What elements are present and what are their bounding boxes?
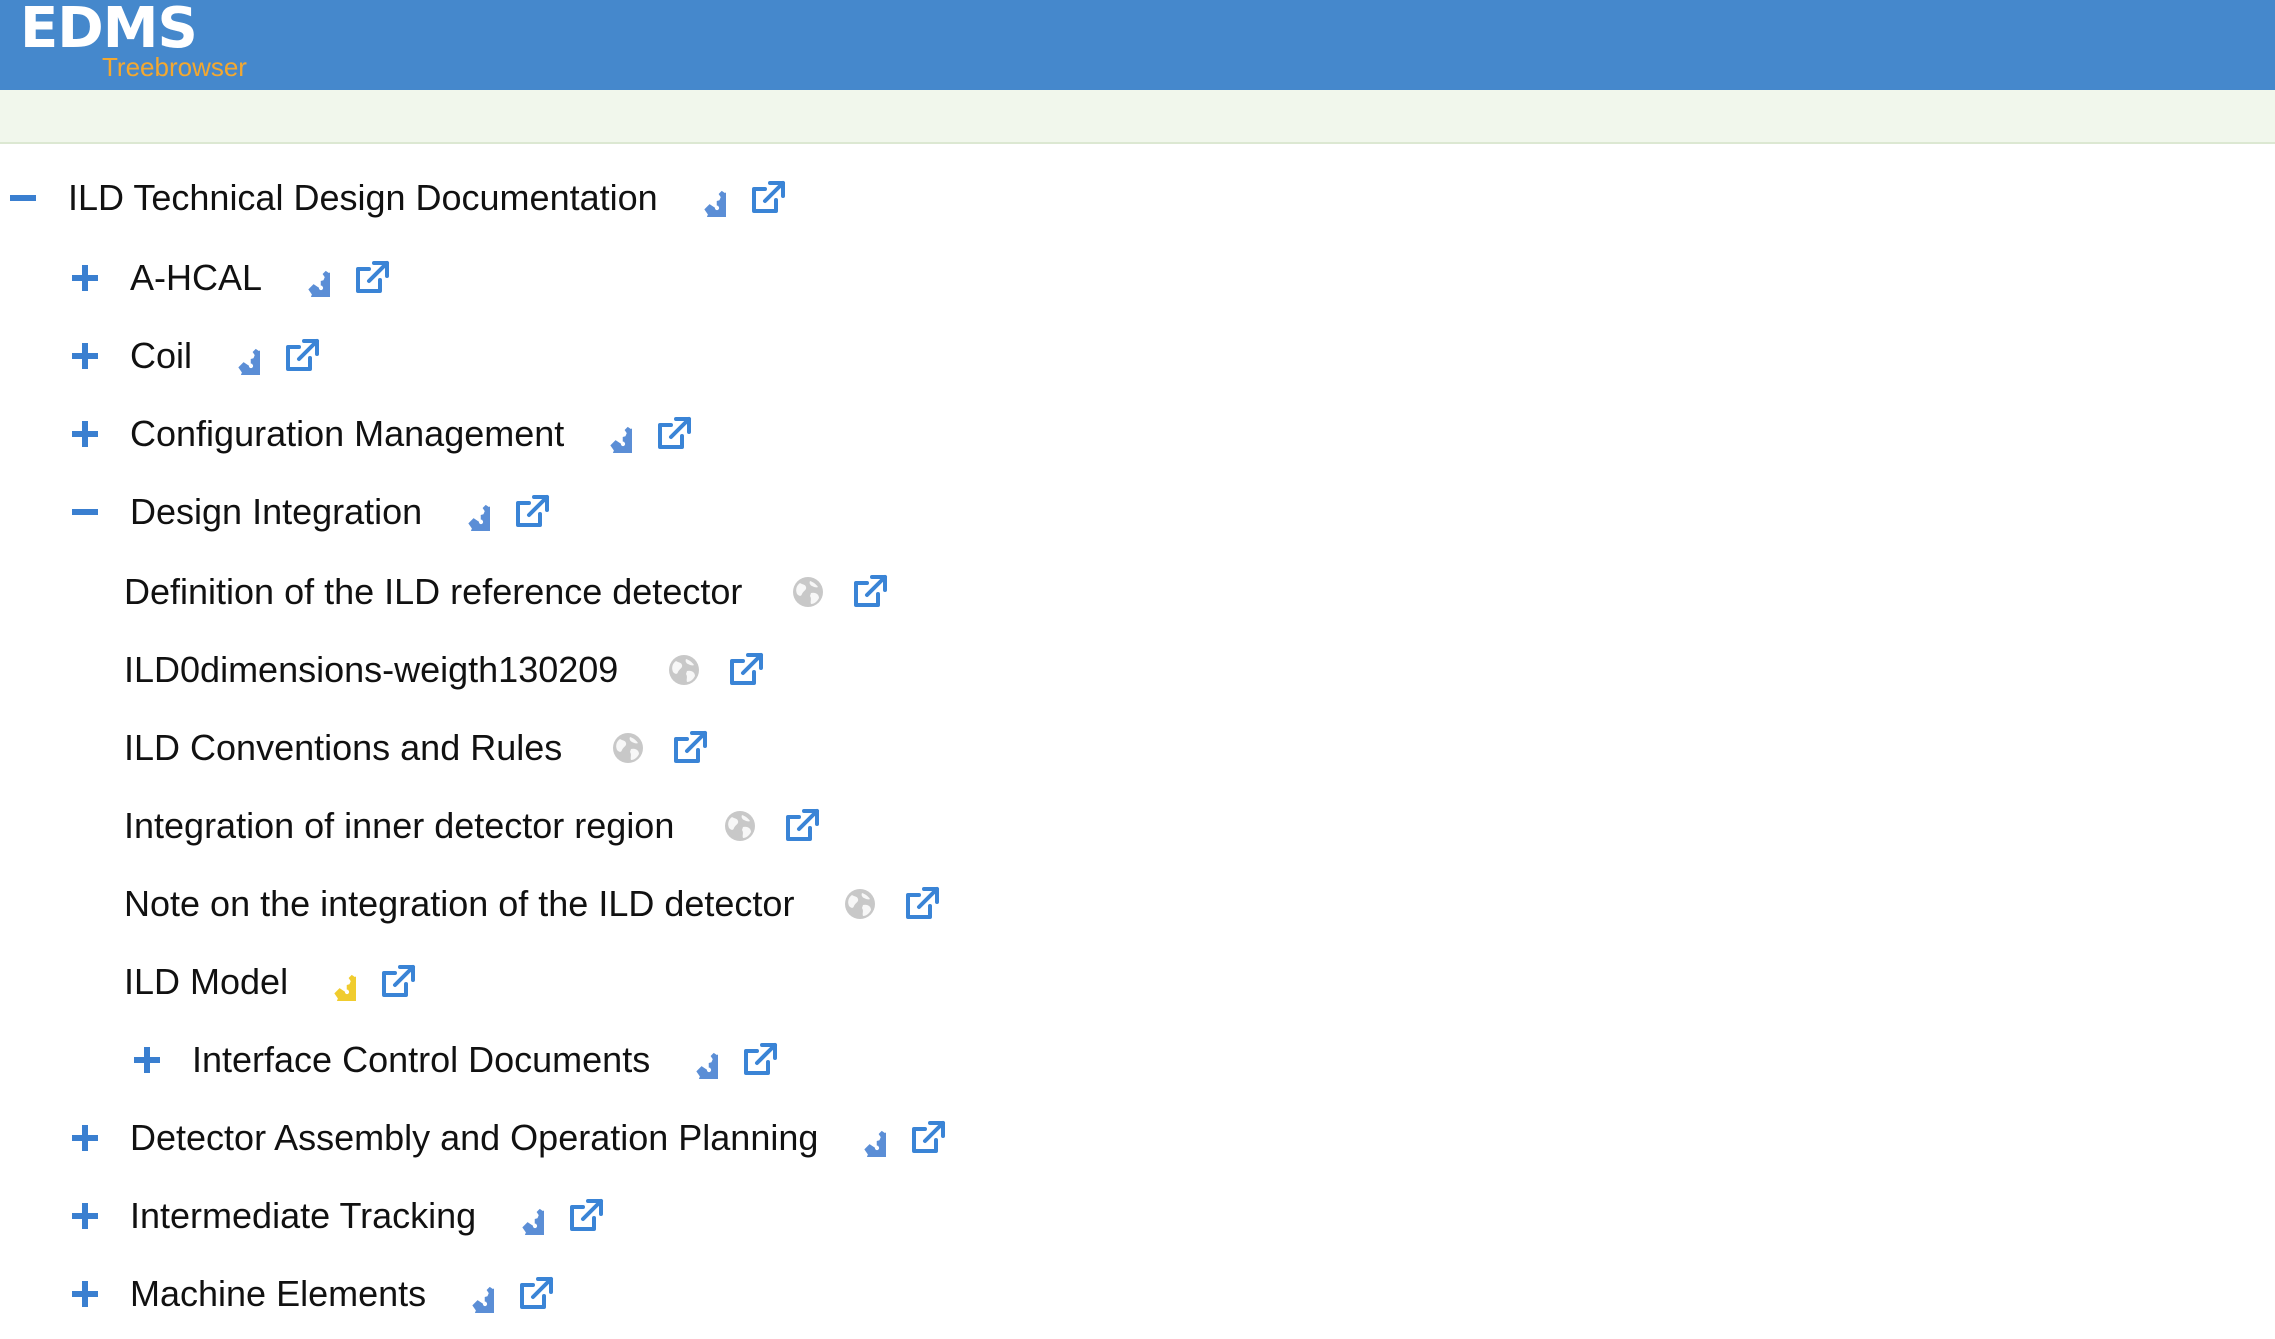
document-link[interactable]: ILD Conventions and Rules — [124, 726, 562, 770]
tree-node-label[interactable]: A-HCAL — [130, 256, 262, 300]
tree-node-label[interactable]: ILD Technical Design Documentation — [68, 176, 658, 220]
collapse-icon[interactable] — [6, 181, 40, 215]
external-link-icon[interactable] — [280, 334, 324, 378]
tree-node-label[interactable]: Design Integration — [130, 490, 422, 534]
external-link-icon[interactable] — [848, 570, 892, 614]
gears-yellow-icon[interactable] — [314, 960, 358, 1004]
tree-node-label[interactable]: Detector Assembly and Operation Planning — [130, 1116, 818, 1160]
globe-icon[interactable] — [838, 882, 882, 926]
expand-icon[interactable] — [68, 1121, 102, 1155]
external-link-icon[interactable] — [376, 960, 420, 1004]
external-link-icon[interactable] — [668, 726, 712, 770]
external-link-icon[interactable] — [514, 1272, 558, 1316]
gears-icon[interactable] — [676, 1038, 720, 1082]
tree-node-root[interactable]: ILD Technical Design Documentation — [6, 168, 790, 228]
tree-node-label[interactable]: Coil — [130, 334, 192, 378]
tree-node-intermediate-tracking[interactable]: Intermediate Tracking — [68, 1186, 608, 1246]
tree-node-interface-control-documents[interactable]: Interface Control Documents — [130, 1030, 782, 1090]
expand-icon[interactable] — [68, 339, 102, 373]
gears-icon[interactable] — [288, 256, 332, 300]
external-link-icon[interactable] — [652, 412, 696, 456]
globe-icon[interactable] — [662, 648, 706, 692]
collapse-icon[interactable] — [68, 495, 102, 529]
gears-icon[interactable] — [844, 1116, 888, 1160]
document-tree: ILD Technical Design Documentation A-HCA… — [0, 0, 2275, 1339]
document-link[interactable]: Integration of inner detector region — [124, 804, 674, 848]
globe-icon[interactable] — [718, 804, 762, 848]
globe-icon[interactable] — [786, 570, 830, 614]
globe-icon[interactable] — [606, 726, 650, 770]
external-link-icon[interactable] — [900, 882, 944, 926]
expand-icon[interactable] — [130, 1043, 164, 1077]
tree-node-label[interactable]: Intermediate Tracking — [130, 1194, 476, 1238]
expand-icon[interactable] — [68, 261, 102, 295]
external-link-icon[interactable] — [746, 176, 790, 220]
external-link-icon[interactable] — [564, 1194, 608, 1238]
gears-icon[interactable] — [502, 1194, 546, 1238]
document-item[interactable]: ILD Model — [124, 952, 420, 1012]
gears-icon[interactable] — [590, 412, 634, 456]
expand-icon[interactable] — [68, 1277, 102, 1311]
tree-node-label[interactable]: Machine Elements — [130, 1272, 426, 1316]
document-item[interactable]: Note on the integration of the ILD detec… — [124, 874, 944, 934]
gears-icon[interactable] — [448, 490, 492, 534]
tree-node-label[interactable]: Interface Control Documents — [192, 1038, 650, 1082]
tree-node-detector-assembly[interactable]: Detector Assembly and Operation Planning — [68, 1108, 950, 1168]
external-link-icon[interactable] — [350, 256, 394, 300]
tree-node-machine-elements[interactable]: Machine Elements — [68, 1264, 558, 1324]
document-item[interactable]: Integration of inner detector region — [124, 796, 824, 856]
tree-node-configuration-management[interactable]: Configuration Management — [68, 404, 696, 464]
tree-node-coil[interactable]: Coil — [68, 326, 324, 386]
external-link-icon[interactable] — [738, 1038, 782, 1082]
document-link[interactable]: Note on the integration of the ILD detec… — [124, 882, 794, 926]
tree-node-a-hcal[interactable]: A-HCAL — [68, 248, 394, 308]
expand-icon[interactable] — [68, 417, 102, 451]
document-item[interactable]: ILD0dimensions-weigth130209 — [124, 640, 768, 700]
tree-node-design-integration[interactable]: Design Integration — [68, 482, 554, 542]
document-item[interactable]: ILD Conventions and Rules — [124, 718, 712, 778]
gears-icon[interactable] — [218, 334, 262, 378]
gears-icon[interactable] — [452, 1272, 496, 1316]
gears-icon[interactable] — [684, 176, 728, 220]
expand-icon[interactable] — [68, 1199, 102, 1233]
document-item[interactable]: Definition of the ILD reference detector — [124, 562, 892, 622]
external-link-icon[interactable] — [906, 1116, 950, 1160]
external-link-icon[interactable] — [724, 648, 768, 692]
tree-node-label[interactable]: Configuration Management — [130, 412, 564, 456]
external-link-icon[interactable] — [510, 490, 554, 534]
document-link[interactable]: Definition of the ILD reference detector — [124, 570, 742, 614]
external-link-icon[interactable] — [780, 804, 824, 848]
document-link[interactable]: ILD0dimensions-weigth130209 — [124, 648, 618, 692]
document-link[interactable]: ILD Model — [124, 960, 288, 1004]
